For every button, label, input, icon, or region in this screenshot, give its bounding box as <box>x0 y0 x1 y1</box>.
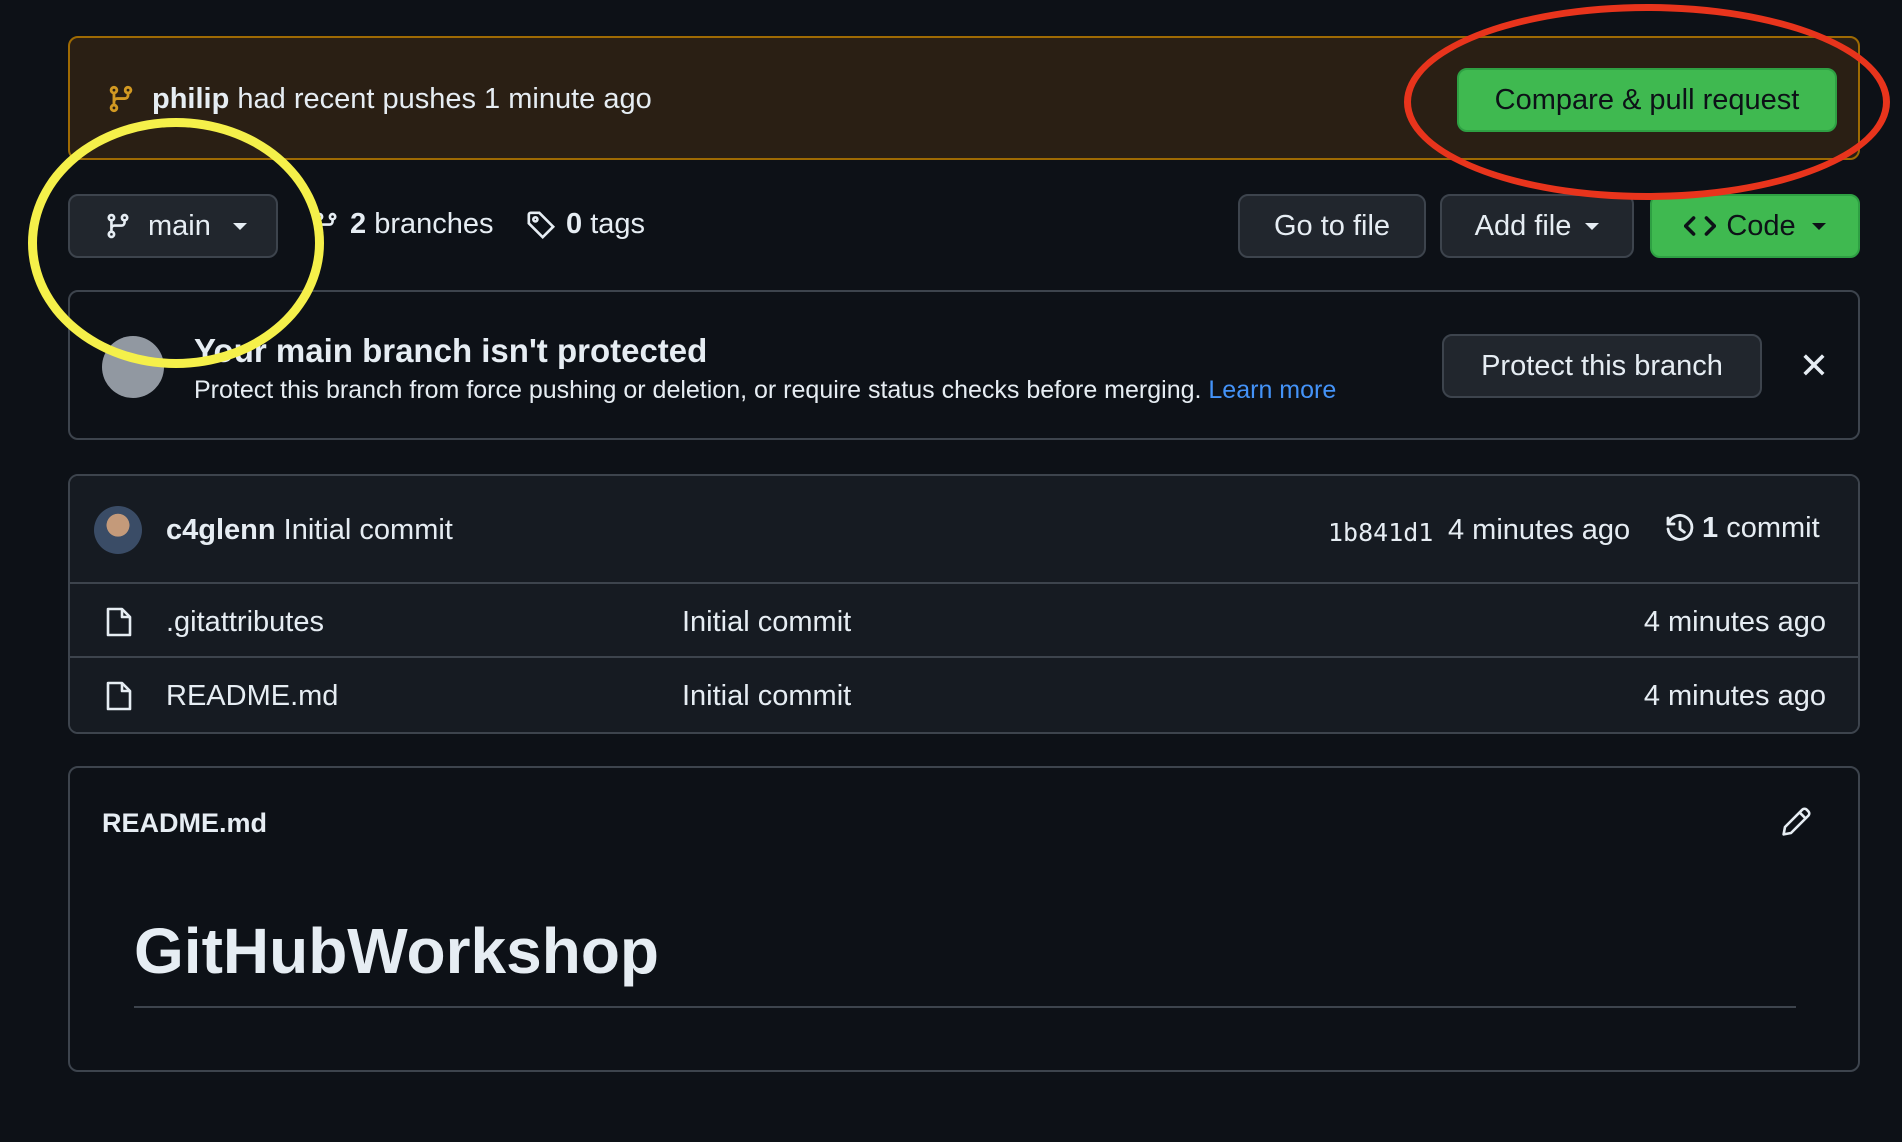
chevron-down-icon <box>232 222 247 230</box>
recent-pushes-text: philip had recent pushes 1 minute ago <box>152 83 652 116</box>
protection-description: Protect this branch from force pushing o… <box>194 376 1336 405</box>
file-list: c4glenn Initial commit 1b841d1 4 minutes… <box>68 474 1860 734</box>
commit-history-link[interactable]: 1 commit <box>1664 512 1820 545</box>
heading-divider <box>134 1006 1796 1008</box>
branch-protection-icon <box>102 336 164 398</box>
tags-count: 0 <box>566 208 583 240</box>
branches-label: branches <box>366 208 494 240</box>
branches-count: 2 <box>350 208 367 240</box>
tags-link[interactable]: 0 tags <box>526 208 645 241</box>
protection-description-text: Protect this branch from force pushing o… <box>194 376 1209 404</box>
file-commit-message-link[interactable]: Initial commit <box>682 606 851 639</box>
tag-icon <box>527 211 556 239</box>
history-icon <box>1666 513 1694 541</box>
git-branch-icon <box>315 212 337 237</box>
protect-branch-button[interactable]: Protect this branch <box>1442 334 1762 398</box>
tags-label: tags <box>582 208 646 240</box>
git-branch-icon <box>109 85 133 113</box>
avatar[interactable] <box>94 506 142 554</box>
learn-more-link[interactable]: Learn more <box>1208 376 1336 404</box>
latest-commit-bar: c4glenn Initial commit 1b841d1 4 minutes… <box>70 476 1858 584</box>
file-icon <box>106 681 132 711</box>
commit-author-link[interactable]: c4glenn <box>166 514 276 546</box>
commit-count: 1 <box>1702 512 1719 544</box>
file-name-link[interactable]: README.md <box>166 680 338 713</box>
file-name-link[interactable]: .gitattributes <box>166 606 324 639</box>
file-commit-age: 4 minutes ago <box>1643 680 1826 712</box>
chevron-down-icon <box>1585 222 1600 230</box>
protection-title: Your main branch isn't protected <box>194 332 708 369</box>
go-to-file-button[interactable]: Go to file <box>1238 194 1426 258</box>
branch-protection-banner: Your main branch isn't protected Protect… <box>68 290 1860 440</box>
push-user-link[interactable]: philip <box>152 83 229 115</box>
recent-pushes-banner: philip had recent pushes 1 minute ago Co… <box>68 36 1860 160</box>
file-commit-age: 4 minutes ago <box>1643 606 1826 638</box>
pencil-icon[interactable] <box>1780 806 1812 838</box>
compare-pull-request-button[interactable]: Compare & pull request <box>1457 68 1837 132</box>
add-file-button[interactable]: Add file <box>1440 194 1634 258</box>
file-icon <box>106 607 132 637</box>
readme-heading: GitHubWorkshop <box>134 915 659 987</box>
code-icon <box>1684 216 1717 236</box>
file-commit-message-link[interactable]: Initial commit <box>682 680 851 713</box>
chevron-down-icon <box>1811 222 1826 230</box>
git-branch-icon <box>107 213 129 239</box>
branch-selector-button[interactable]: main <box>68 194 278 258</box>
commit-age: 4 minutes ago <box>1448 514 1631 546</box>
readme-panel: README.md GitHubWorkshop <box>68 766 1860 1072</box>
readme-filename[interactable]: README.md <box>102 808 267 839</box>
latest-commit-summary: c4glenn Initial commit <box>166 514 453 547</box>
push-message: had recent pushes 1 minute ago <box>229 83 652 115</box>
code-label: Code <box>1726 209 1796 242</box>
table-row: README.md Initial commit 4 minutes ago <box>70 658 1858 732</box>
branch-name: main <box>148 209 211 242</box>
table-row: .gitattributes Initial commit 4 minutes … <box>70 584 1858 658</box>
close-icon[interactable]: ✕ <box>1794 345 1834 386</box>
code-button[interactable]: Code <box>1650 194 1860 258</box>
branches-link[interactable]: 2 branches <box>312 208 494 241</box>
commit-sha-link[interactable]: 1b841d1 <box>1328 518 1433 547</box>
commit-count-label: commit <box>1718 512 1820 544</box>
commit-message-link[interactable]: Initial commit <box>276 514 453 546</box>
add-file-label: Add file <box>1474 209 1572 242</box>
